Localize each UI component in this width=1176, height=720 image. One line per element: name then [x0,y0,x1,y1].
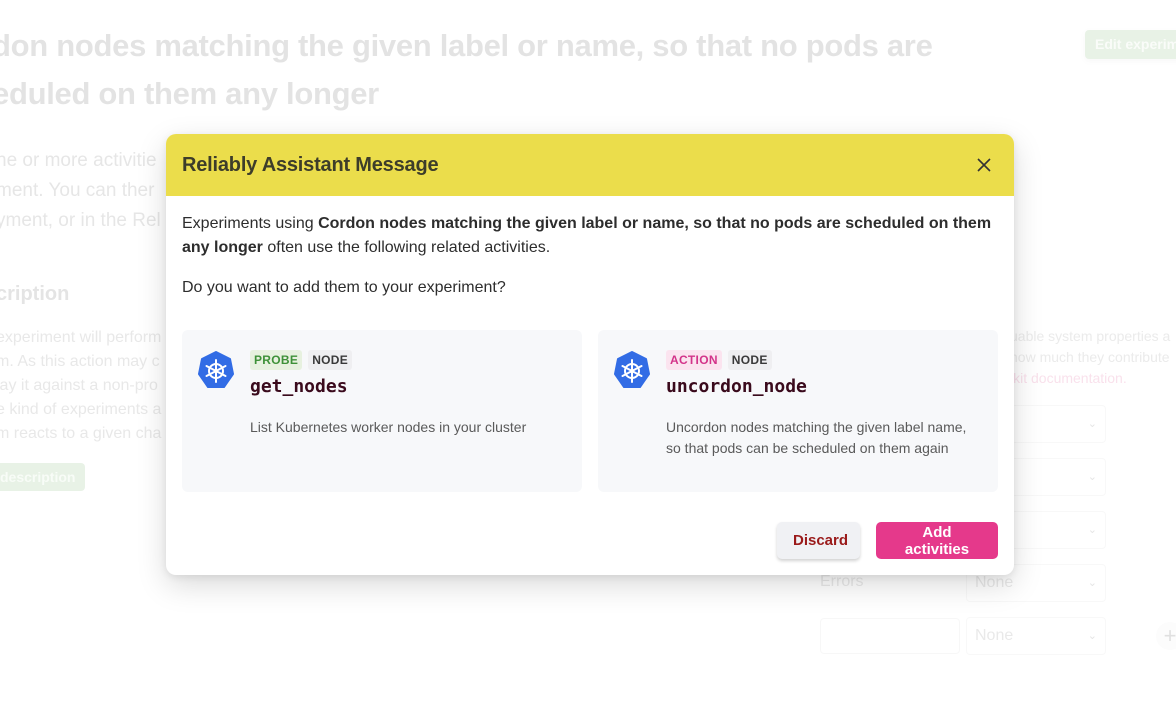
assistant-modal: Reliably Assistant Message Experiments u… [166,134,1014,575]
modal-header: Reliably Assistant Message [166,134,1014,196]
discard-button[interactable]: Discard [777,522,860,559]
add-activities-button[interactable]: Add activities [876,522,998,559]
activity-type-badge: ACTION [666,350,722,370]
assistant-message: Experiments using Cordon nodes matching … [182,215,992,256]
activity-description: List Kubernetes worker nodes in your clu… [250,419,527,435]
activity-card-get-nodes[interactable]: PROBE NODE get_nodes List Kubernetes wor… [182,330,582,492]
close-button[interactable] [970,151,998,179]
activity-list: PROBE NODE get_nodes List Kubernetes wor… [182,330,998,492]
activity-description: Uncordon nodes matching the given label … [666,419,967,456]
activity-name: get_nodes [250,376,348,397]
kubernetes-icon [198,351,234,388]
close-icon [977,158,991,172]
activity-category-badge: NODE [308,350,353,370]
activity-type-badge: PROBE [250,350,303,370]
modal-footer: Discard Add activities [777,522,998,559]
activity-name: uncordon_node [666,376,807,397]
activity-category-badge: NODE [727,350,772,370]
activity-card-uncordon-node[interactable]: ACTION NODE uncordon_node Uncordon nodes… [598,330,998,492]
assistant-question: Do you want to add them to your experime… [182,279,506,296]
modal-title: Reliably Assistant Message [182,153,439,176]
modal-body: Experiments using Cordon nodes matching … [166,196,1014,492]
kubernetes-icon [614,351,650,388]
